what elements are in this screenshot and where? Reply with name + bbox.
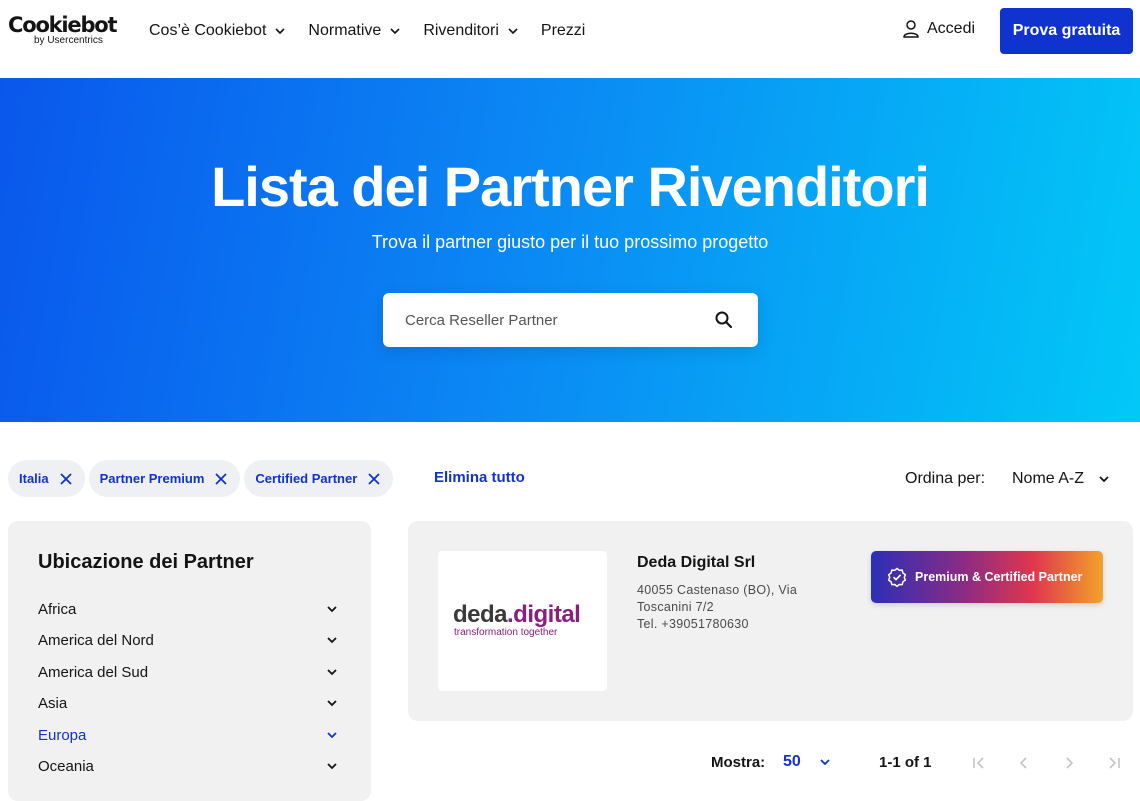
region-label: Asia — [38, 694, 68, 712]
location-filter-title: Ubicazione dei Partner — [38, 551, 254, 573]
clear-all-filters-link[interactable]: Elimina tutto — [434, 469, 525, 486]
sort-dropdown[interactable]: Nome A-Z — [1012, 470, 1110, 488]
per-page-value: 50 — [783, 753, 801, 770]
free-trial-button[interactable]: Prova gratuita — [1000, 8, 1133, 54]
hero-section: Lista dei Partner Rivenditori Trova il p… — [0, 78, 1140, 422]
logo-wordmark: Cookiebot — [8, 13, 118, 37]
partner-badge-label: Premium & Certified Partner — [915, 570, 1083, 584]
region-africa[interactable]: Africa — [38, 598, 338, 620]
region-label: Africa — [38, 600, 77, 618]
chevron-down-icon — [275, 28, 285, 35]
page-subtitle: Trova il partner giusto per il tuo pross… — [371, 232, 769, 252]
nav-item-prezzi[interactable]: Prezzi — [541, 22, 585, 40]
region-label: America del Nord — [38, 631, 154, 649]
next-page-icon[interactable] — [1061, 755, 1077, 771]
partner-phone: Tel. +39051780630 — [637, 617, 749, 631]
nav-item-normative[interactable]: Normative — [308, 22, 401, 40]
filter-chip-partner-premium[interactable]: Partner Premium — [88, 460, 241, 497]
chevron-down-icon — [390, 28, 400, 35]
nav-item-cookiebot[interactable]: Cos’è Cookiebot — [149, 22, 286, 40]
chevron-down-icon — [327, 606, 337, 613]
login-label: Accedi — [927, 20, 976, 37]
logo-part-a: deda — [453, 601, 508, 628]
region-label: Europa — [38, 726, 87, 744]
logo-subtitle: by Usercentrics — [34, 35, 103, 46]
chevron-down-icon — [820, 759, 830, 766]
partner-address: 40055 Castenaso (BO), Via Toscanini 7/2 — [637, 583, 798, 614]
page-title: Lista dei Partner Rivenditori — [211, 155, 930, 218]
region-north-america[interactable]: America del Nord — [38, 629, 338, 651]
per-page-label: Mostra: — [711, 754, 766, 771]
user-icon — [903, 20, 919, 38]
close-icon[interactable] — [214, 472, 228, 486]
region-asia[interactable]: Asia — [38, 692, 338, 714]
nav-item-label: Cos’è Cookiebot — [149, 22, 267, 39]
verified-badge-icon — [887, 567, 907, 587]
nav-item-label: Rivenditori — [423, 22, 499, 39]
chevron-down-icon — [1099, 476, 1109, 483]
partner-name[interactable]: Deda Digital Srl — [637, 554, 755, 572]
first-page-icon[interactable] — [971, 755, 987, 771]
partner-badge: Premium & Certified Partner — [871, 551, 1103, 603]
logo-part-b: .digital — [507, 601, 581, 628]
search-box — [383, 293, 758, 347]
last-page-icon[interactable] — [1106, 755, 1122, 771]
chevron-down-icon — [327, 732, 337, 739]
chevron-down-icon — [508, 28, 518, 35]
partner-logo-tagline: transformation together — [454, 627, 558, 638]
search-input[interactable] — [405, 308, 705, 332]
partner-logo-wordmark: deda.digital — [453, 601, 581, 629]
partner-logo: deda.digital transformation together — [438, 551, 607, 691]
cookiebot-logo[interactable]: Cookiebot by Usercentrics — [8, 13, 118, 49]
nav-links: Cos’è Cookiebot Normative Rivenditori Pr… — [149, 20, 607, 42]
region-label: Oceania — [38, 757, 94, 775]
nav-item-label: Normative — [308, 22, 382, 39]
login-link[interactable]: Accedi — [903, 20, 975, 38]
region-label: America del Sud — [38, 663, 149, 681]
filter-chip-label: Partner Premium — [99, 471, 205, 486]
top-navigation: Cookiebot by Usercentrics Cos’è Cookiebo… — [0, 0, 1140, 78]
region-europe[interactable]: Europa — [38, 724, 338, 746]
per-page-select[interactable]: 50 — [783, 753, 831, 771]
previous-page-icon[interactable] — [1016, 755, 1032, 771]
chevron-down-icon — [327, 700, 337, 707]
nav-item-rivenditori[interactable]: Rivenditori — [423, 22, 519, 40]
chevron-down-icon — [327, 637, 337, 644]
chevron-down-icon — [327, 669, 337, 676]
chevron-down-icon — [327, 763, 337, 770]
filter-chip-italia[interactable]: Italia — [8, 460, 85, 497]
filter-chip-label: Certified Partner — [255, 471, 358, 486]
filter-chip-label: Italia — [19, 471, 49, 486]
close-icon[interactable] — [59, 472, 73, 486]
region-oceania[interactable]: Oceania — [38, 755, 338, 777]
result-range: 1-1 of 1 — [879, 754, 932, 771]
partner-contact: 40055 Castenaso (BO), Via Toscanini 7/2 … — [637, 582, 827, 633]
sort-value: Nome A-Z — [1012, 470, 1085, 487]
nav-item-label: Prezzi — [540, 22, 586, 39]
active-filters: Italia Partner Premium Certified Partner — [8, 460, 397, 497]
search-icon[interactable] — [713, 309, 735, 331]
filter-chip-certified-partner[interactable]: Certified Partner — [244, 460, 394, 497]
location-filter-panel: Ubicazione dei Partner Africa America de… — [8, 521, 371, 801]
partner-card[interactable]: deda.digital transformation together Ded… — [408, 521, 1133, 721]
sort-label: Ordina per: — [905, 470, 986, 487]
close-icon[interactable] — [367, 472, 381, 486]
region-south-america[interactable]: America del Sud — [38, 661, 338, 683]
